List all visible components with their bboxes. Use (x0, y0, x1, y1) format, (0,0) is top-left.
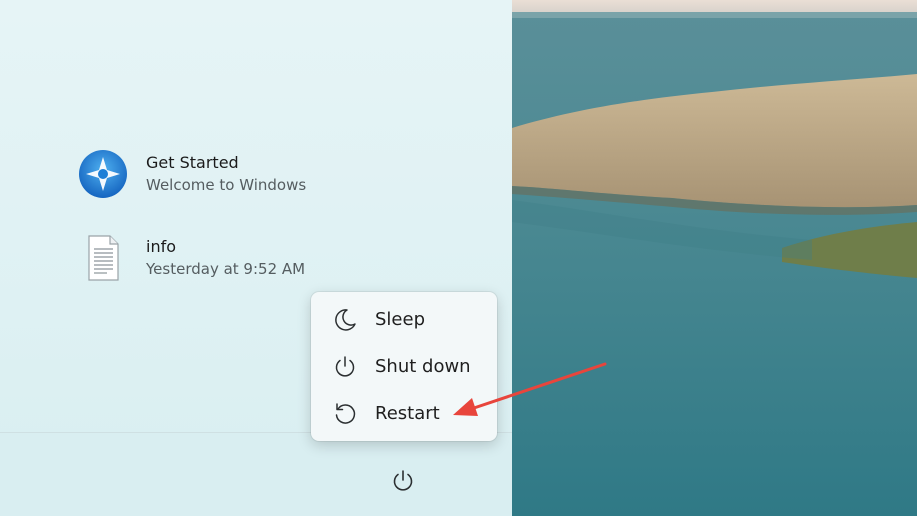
restart-icon (331, 400, 359, 428)
power-button[interactable] (386, 464, 420, 498)
power-menu-label: Sleep (375, 309, 426, 330)
power-menu-restart[interactable]: Restart (311, 390, 497, 437)
power-icon (393, 470, 413, 491)
get-started-icon (78, 149, 128, 199)
start-menu-footer (0, 432, 512, 516)
recommended-item-get-started[interactable]: Get Started Welcome to Windows (78, 146, 438, 202)
recommended-item-info[interactable]: info Yesterday at 9:52 AM (78, 230, 438, 286)
power-menu-shutdown[interactable]: Shut down (311, 343, 497, 390)
text-document-icon (78, 233, 128, 283)
recommended-title: Get Started (146, 153, 239, 172)
power-icon (331, 353, 359, 381)
recommended-title: info (146, 237, 177, 256)
power-menu-label: Shut down (375, 356, 471, 377)
recommended-subtitle: Yesterday at 9:52 AM (146, 260, 306, 278)
power-menu-sleep[interactable]: Sleep (311, 296, 497, 343)
recommended-subtitle: Welcome to Windows (146, 176, 307, 194)
power-menu-flyout: Sleep Shut down Restart (311, 292, 497, 441)
desktop-wallpaper (512, 0, 917, 516)
moon-icon (331, 306, 359, 334)
power-menu-label: Restart (375, 403, 440, 424)
